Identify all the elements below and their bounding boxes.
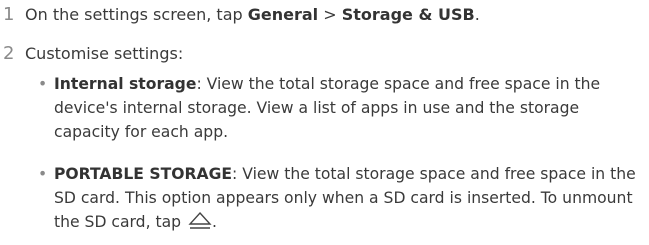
eject-icon — [188, 211, 212, 236]
step-text: On the settings screen, tap General > St… — [25, 3, 480, 27]
instructions: 1 On the settings screen, tap General > … — [0, 0, 649, 245]
bullet-text: PORTABLE STORAGE: View the total storage… — [54, 162, 641, 236]
step-text: Customise settings: — [25, 44, 184, 63]
bullet-title: PORTABLE STORAGE — [54, 165, 233, 183]
bullet-title: Internal storage — [54, 75, 197, 93]
bullet-internal-storage: • Internal storage: View the total stora… — [36, 72, 641, 144]
menu-separator: > — [318, 5, 342, 24]
bullet-portable-storage: • PORTABLE STORAGE: View the total stora… — [36, 162, 641, 236]
bullet-marker: • — [38, 75, 48, 93]
step-1: 1 On the settings screen, tap General > … — [0, 3, 480, 27]
step-text-prefix: On the settings screen, tap — [25, 5, 248, 24]
bullet-text: Internal storage: View the total storage… — [54, 72, 641, 144]
bullet-suffix: . — [212, 213, 217, 231]
step-2: 2 Customise settings: — [0, 42, 183, 66]
step-number: 1 — [3, 4, 15, 25]
menu-storage-usb: Storage & USB — [341, 5, 475, 24]
bullet-marker: • — [38, 165, 48, 183]
step-text-suffix: . — [474, 5, 480, 24]
step-number: 2 — [3, 43, 15, 64]
menu-general: General — [247, 5, 319, 24]
